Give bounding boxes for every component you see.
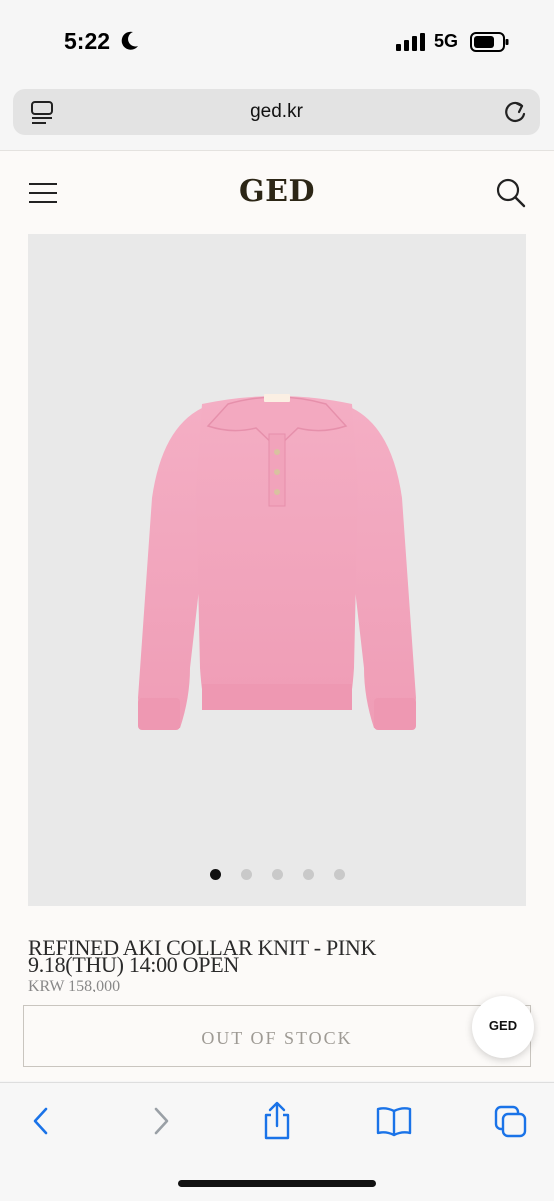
share-icon[interactable] <box>261 1101 293 1141</box>
out-of-stock-button[interactable]: OUT OF STOCK <box>23 1005 531 1067</box>
release-info: 9.18(THU) 14:00 OPEN <box>28 952 239 977</box>
product-price: KRW 158,000 <box>28 978 121 992</box>
tabs-icon[interactable] <box>494 1105 528 1139</box>
product-image[interactable] <box>28 234 526 906</box>
address-bar[interactable]: ged.kr <box>13 89 540 135</box>
reload-icon[interactable] <box>502 99 528 125</box>
carousel-dot[interactable] <box>240 869 252 880</box>
carousel-dot[interactable] <box>302 869 314 880</box>
battery-icon <box>470 32 509 52</box>
out-of-stock-label: OUT OF STOCK <box>201 1028 353 1048</box>
ged-floating-button[interactable]: GED <box>472 996 534 1058</box>
url-text[interactable]: ged.kr <box>13 101 540 123</box>
signal-bars-icon <box>396 33 425 51</box>
bookmarks-icon[interactable] <box>376 1105 412 1137</box>
back-icon[interactable] <box>30 1105 52 1137</box>
carousel-dots <box>28 867 526 880</box>
carousel-dot[interactable] <box>333 869 345 880</box>
status-time: 5:22 <box>64 28 111 54</box>
search-icon[interactable] <box>496 178 526 208</box>
sweater-illustration <box>138 394 416 730</box>
floating-button-label: GED <box>488 1018 518 1033</box>
carousel-dot[interactable] <box>271 869 283 880</box>
status-bar: 5:22 5G <box>0 0 554 84</box>
carousel-dot[interactable] <box>209 869 221 880</box>
forward-icon[interactable] <box>150 1105 172 1137</box>
network-type: 5G <box>434 31 459 51</box>
site-logo[interactable]: GED <box>0 174 554 209</box>
home-indicator[interactable] <box>178 1180 376 1187</box>
moon-icon <box>121 31 138 50</box>
